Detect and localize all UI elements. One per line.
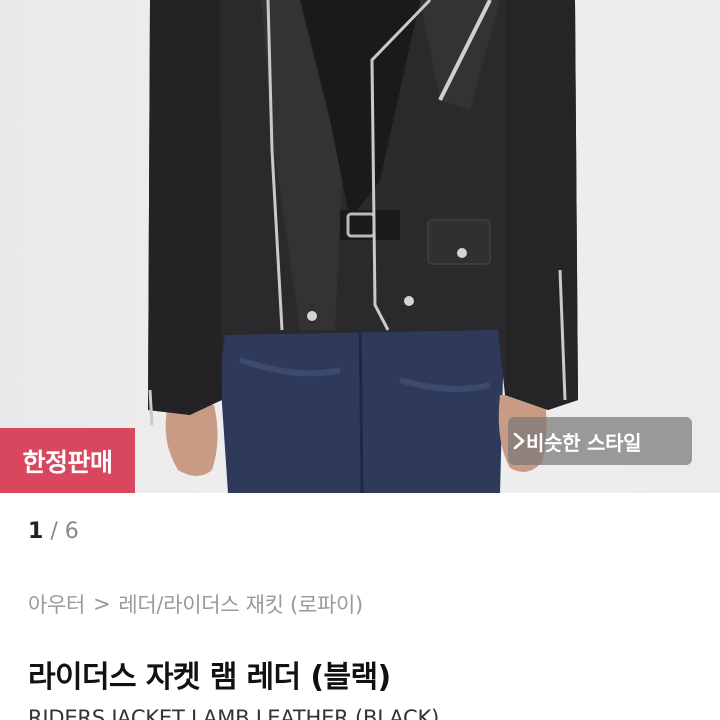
image-pager: 1 / 6 bbox=[28, 516, 79, 546]
breadcrumb-subcategory[interactable]: 레더/라이더스 재킷 (로파이) bbox=[118, 589, 363, 619]
pager-total: 6 bbox=[64, 518, 79, 544]
similar-style-button[interactable]: 비슷한 스타일 bbox=[508, 417, 692, 465]
product-image-carousel[interactable]: 한정판매 비슷한 스타일 bbox=[0, 0, 720, 493]
pager-current: 1 bbox=[28, 518, 44, 544]
breadcrumb: 아우터 > 레더/라이더스 재킷 (로파이) bbox=[28, 588, 363, 620]
chevron-right-icon bbox=[513, 432, 525, 450]
breadcrumb-separator: > bbox=[93, 592, 111, 616]
product-title: 라이더스 자켓 램 레더 (블랙) bbox=[28, 660, 391, 695]
product-subtitle: RIDERS JACKET LAMB LEATHER (BLACK) bbox=[28, 706, 440, 720]
limited-sale-badge: 한정판매 bbox=[0, 428, 135, 493]
breadcrumb-category[interactable]: 아우터 bbox=[28, 589, 85, 619]
similar-style-label: 비슷한 스타일 bbox=[526, 430, 642, 455]
pager-separator: / bbox=[50, 518, 58, 544]
